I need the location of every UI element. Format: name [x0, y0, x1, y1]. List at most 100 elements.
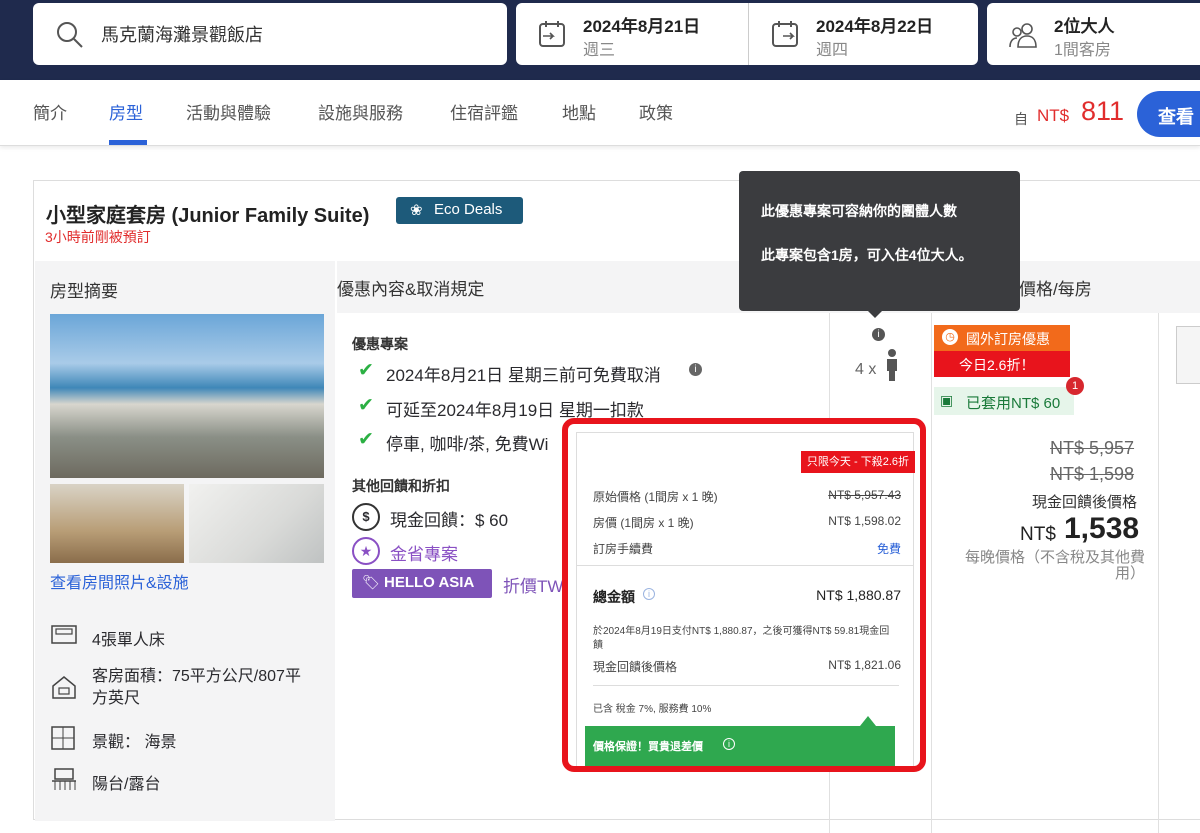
cashback-price-label: 現金回饋後價格 [1032, 494, 1138, 511]
clock-icon: ◷ [942, 329, 958, 345]
today-deal-label: 只限今天 - 下殺2.6折 [806, 456, 909, 468]
eco-deals-label: Eco Deals [434, 201, 503, 218]
discount-text: 折價TW [503, 577, 564, 596]
price-currency: NT$ [1037, 106, 1070, 125]
rooms-count: 1間客房 [1054, 42, 1111, 59]
house-icon [52, 676, 76, 699]
tab-overview[interactable]: 簡介 [33, 99, 67, 124]
people-icon [1009, 23, 1037, 48]
view-rooms-button[interactable]: 查看 [1137, 91, 1200, 137]
price-note: 每晚價格（不含稅及其他費用） [964, 549, 1145, 582]
checkout-date: 2024年8月22日 [816, 17, 934, 36]
room-photos-link[interactable]: 查看房間照片&設施 [50, 569, 189, 593]
checkout-day: 週四 [816, 42, 849, 59]
tab-facilities[interactable]: 設施與服務 [318, 99, 403, 124]
room-name[interactable]: 小型家庭套房 (Junior Family Suite) [46, 199, 369, 228]
eco-deals-badge[interactable]: ❀ Eco Deals [396, 197, 523, 224]
hotel-search-text: 馬克蘭海灘景觀飯店 [101, 25, 263, 45]
checkin-day: 週三 [583, 42, 616, 59]
room-summary-header: 房型摘要 [50, 282, 118, 301]
deal-item-amenities: 停車, 咖啡/茶, 免費Wi [386, 435, 549, 454]
guests-field[interactable]: 2位大人 1間客房 [987, 3, 1200, 65]
cashback-icon: $ [352, 503, 380, 531]
other-rewards-title: 其他回饋和折扣 [352, 478, 450, 494]
bed-icon [51, 625, 77, 644]
recent-booking-text: 3小時前剛被預訂 [45, 229, 151, 245]
hotel-search-field[interactable]: 馬克蘭海灘景觀飯店 [33, 3, 507, 65]
header-price: 811 [1081, 96, 1125, 126]
capacity-label: 4 x [855, 361, 877, 378]
total-value: NT$ 1,880.87 [816, 587, 901, 603]
today-deal-tag: 只限今天 - 下殺2.6折 [800, 451, 915, 473]
price-prefix: 自 [1014, 111, 1028, 127]
overseas-deal-label: 國外訂房優惠 [966, 331, 1050, 347]
tooltip-arrow [867, 310, 883, 318]
room-rate-value: NT$ 1,598.02 [828, 514, 901, 528]
room-photo-bedroom[interactable] [50, 484, 184, 563]
coupon-count-badge: 1 [1066, 377, 1084, 395]
tooltip-line-1: 此優惠專案可容納你的團體人數 [761, 203, 957, 219]
capacity-info-icon[interactable]: i [872, 328, 885, 341]
check-icon: ✔ [358, 360, 374, 381]
check-icon: ✔ [358, 395, 374, 416]
deal-item-cancel: 2024年8月21日 星期三前可免費取消 [386, 366, 661, 385]
overseas-deal-badge: ◷ 國外訂房優惠 [934, 325, 1070, 351]
room-photo-main[interactable] [50, 314, 324, 478]
search-bar: 馬克蘭海灘景觀飯店 2024年8月21日 週三 2024年8月22日 週四 2位… [0, 0, 1200, 80]
original-price-value: NT$ 5,957.43 [828, 488, 901, 502]
capacity-tooltip: 此優惠專案可容納你的團體人數 此專案包含1房，可入住4位大人。 [739, 171, 1020, 318]
tooltip-line-2: 此專案包含1房，可入住4位大人。 [761, 247, 973, 263]
tab-location[interactable]: 地點 [562, 99, 596, 124]
original-price-1: NT$ 5,957 [1050, 438, 1135, 458]
deals-header: 優惠內容&取消規定 [337, 280, 485, 299]
booking-fee-value: 免費 [876, 542, 901, 556]
room-rate-label: 房價 (1間房 x 1 晚) [593, 516, 694, 530]
person-icon [887, 349, 897, 381]
info-icon[interactable]: i [689, 363, 702, 376]
guarantee-arrow [860, 716, 876, 726]
final-price: 1,538 [1064, 512, 1140, 545]
discount-badge-label: 今日2.6折！ [959, 357, 1035, 373]
feature-area: 客房面積：75平方公尺/807平方英尺 [92, 668, 301, 707]
feature-balcony: 陽台/露台 [92, 776, 161, 793]
checkout-date-field[interactable]: 2024年8月22日 週四 [748, 3, 978, 65]
view-rooms-label: 查看 [1158, 107, 1194, 127]
hello-asia-badge[interactable]: 🏷 HELLO ASIA [352, 569, 492, 598]
divider [577, 565, 913, 566]
column-divider [931, 313, 932, 833]
coupon-label: 已套用NT$ 60 [966, 395, 1061, 412]
tab-reviews[interactable]: 住宿評鑑 [450, 99, 518, 124]
popup-panel: 只限今天 - 下殺2.6折 原始價格 (1間房 x 1 晚) NT$ 5,957… [576, 432, 915, 766]
select-room-button[interactable] [1176, 326, 1200, 384]
divider [593, 685, 899, 686]
price-breakdown-popup: 只限今天 - 下殺2.6折 原始價格 (1間房 x 1 晚) NT$ 5,957… [562, 418, 926, 772]
balcony-icon [52, 768, 76, 790]
after-cashback-label: 現金回饋後價格 [593, 660, 678, 674]
tab-rooms[interactable]: 房型 [109, 99, 143, 124]
payment-note: 於2024年8月19日支付NT$ 1,880.87，之後可獲得NT$ 59.81… [593, 626, 890, 651]
total-info-icon[interactable]: i [643, 588, 655, 600]
window-icon [51, 726, 75, 750]
leaf-icon: ❀ [410, 202, 423, 219]
discount-badge: 今日2.6折！ [934, 351, 1070, 377]
coupon-icon: ▣ [940, 392, 954, 408]
original-price-label: 原始價格 (1間房 x 1 晚) [593, 490, 718, 504]
hello-asia-label: HELLO ASIA [384, 574, 475, 591]
original-price-2: NT$ 1,598 [1050, 464, 1135, 484]
adults-count: 2位大人 [1054, 17, 1115, 36]
tab-policies[interactable]: 政策 [639, 99, 673, 124]
guarantee-info-icon[interactable]: i [723, 738, 735, 750]
tab-activities[interactable]: 活動與體驗 [186, 99, 271, 124]
section-tabs: 簡介 房型 活動與體驗 設施與服務 住宿評鑑 地點 政策 自 NT$ 811 查… [0, 80, 1200, 146]
room-photo-bathroom[interactable] [189, 484, 324, 563]
check-icon: ✔ [358, 429, 374, 450]
gold-deal-text: 金省專案 [390, 545, 458, 564]
feature-view: 景觀： 海景 [92, 734, 177, 751]
calendar-checkout-icon [772, 21, 798, 47]
tag-icon: 🏷 [362, 574, 380, 590]
checkin-date-field[interactable]: 2024年8月21日 週三 [516, 3, 748, 65]
total-label: 總金額 [593, 589, 635, 605]
after-cashback-value: NT$ 1,821.06 [828, 658, 901, 672]
price-guarantee-banner[interactable]: 價格保證！買貴退差價 i [585, 726, 895, 766]
cashback-text: 現金回饋：$ 60 [390, 511, 509, 530]
